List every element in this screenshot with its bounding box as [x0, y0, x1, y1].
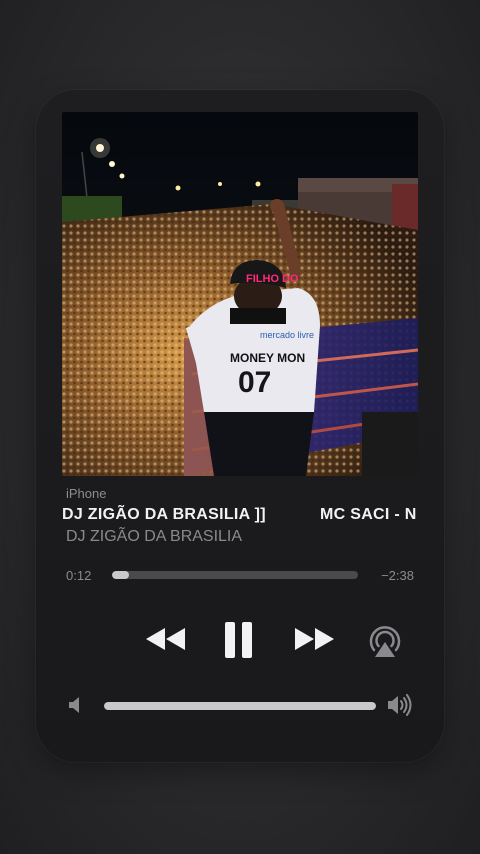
playback-source: iPhone [66, 486, 107, 501]
song-title: DJ ZIGÃO DA BRASILIA ]] [62, 506, 266, 523]
artwork-image: FILHO DO mercado livre MONEY MON 07 [62, 112, 418, 476]
speaker-low-icon [69, 697, 79, 713]
rewind-button[interactable] [144, 626, 188, 652]
fast-forward-icon [295, 628, 334, 650]
now-playing-card: FILHO DO mercado livre MONEY MON 07 iPho… [36, 90, 444, 762]
artist-name: DJ ZIGÃO DA BRASILIA [66, 528, 243, 545]
shirt-number: 07 [238, 366, 271, 399]
progress-scrubber[interactable] [112, 571, 358, 579]
pause-button[interactable] [222, 620, 256, 660]
pause-icon [225, 622, 252, 658]
remaining-time: −2:38 [381, 568, 414, 583]
airplay-button[interactable] [366, 623, 404, 659]
song-title-repeat: MC SACI - N [320, 506, 417, 523]
album-artwork[interactable]: FILHO DO mercado livre MONEY MON 07 [62, 112, 418, 476]
shirt-name: MONEY MON [230, 351, 305, 365]
volume-high-button [387, 694, 413, 721]
song-title-marquee: DJ ZIGÃO DA BRASILIA ]] MC SACI - N [62, 504, 418, 530]
rewind-icon [146, 628, 185, 650]
volume-fill [104, 702, 376, 710]
cap-text: FILHO DO [246, 273, 299, 285]
fast-forward-button[interactable] [292, 626, 336, 652]
shirt-brand: mercado livre [260, 330, 314, 340]
speaker-high-icon [388, 694, 412, 716]
airplay-icon [369, 626, 401, 657]
volume-slider[interactable] [104, 702, 376, 710]
progress-fill [112, 571, 130, 579]
volume-low-button [68, 696, 82, 719]
elapsed-time: 0:12 [66, 568, 92, 583]
